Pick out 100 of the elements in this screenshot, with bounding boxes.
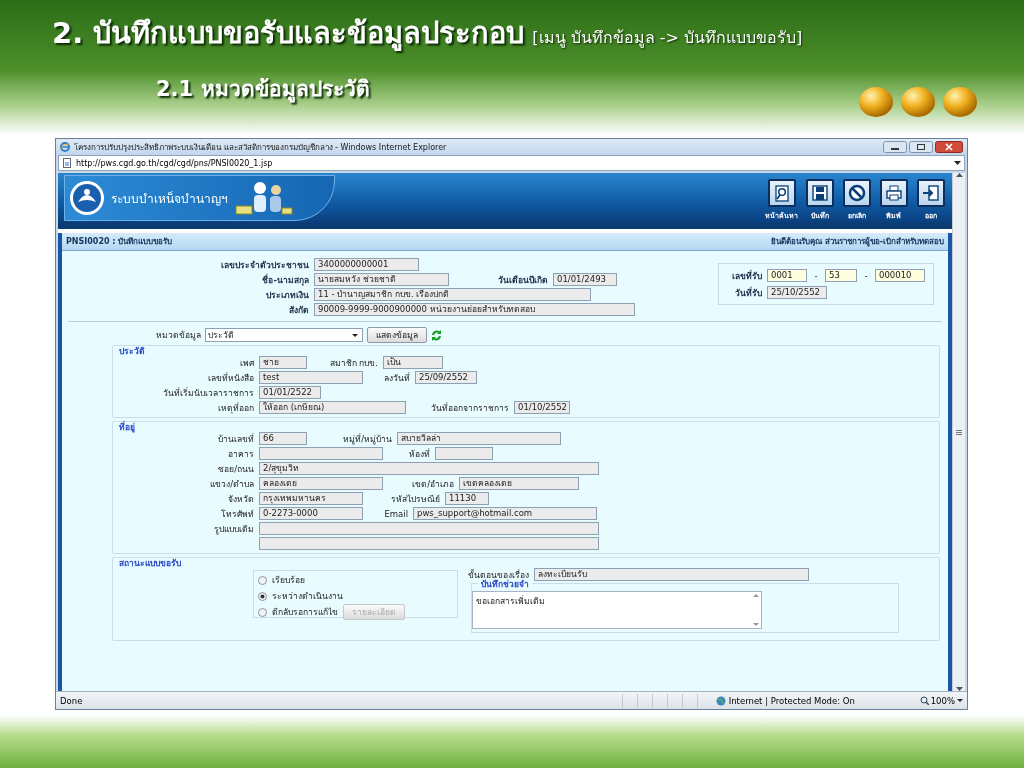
scroll-up-arrow-icon xyxy=(753,594,759,597)
text-field[interactable]: 01/01/2522 xyxy=(259,386,321,399)
category-dropdown[interactable]: ประวัติ xyxy=(205,328,363,342)
option-label: ตีกลับรอการแก้ไข xyxy=(272,606,338,619)
text-field[interactable] xyxy=(259,522,599,535)
prohibited-icon xyxy=(846,183,867,203)
close-button[interactable] xyxy=(935,141,963,153)
text-field[interactable] xyxy=(259,537,599,550)
field-label: เลขประจำตัวประชาชน xyxy=(220,258,310,272)
text-field[interactable]: ให้ออก (เกษียณ) xyxy=(259,401,406,414)
radio-button[interactable] xyxy=(258,575,267,585)
text-field[interactable]: pws_support@hotmail.com xyxy=(413,507,597,520)
zoom-control[interactable]: 100% xyxy=(919,695,963,706)
dropdown-caret-icon xyxy=(352,333,358,337)
separator-text: - xyxy=(813,270,819,281)
refresh-icon[interactable] xyxy=(431,329,442,341)
slide-title: 2. บันทึกแบบขอรับและข้อมูลประกอบ xyxy=(52,15,525,53)
scroll-down-arrow-icon[interactable] xyxy=(955,687,963,691)
text-field[interactable]: 3400000000001 xyxy=(314,258,419,271)
section-title: สถานะแบบขอรับ xyxy=(119,558,181,568)
text-field[interactable]: นายสมหวัง ช่วยชาติ xyxy=(314,273,449,286)
field-label: เลขที่รับ xyxy=(731,269,763,283)
field-label: สังกัด xyxy=(288,303,310,317)
field-label: วันที่ออกจากราชการ xyxy=(430,401,510,415)
app-name: ระบบบำเหน็จบำนาญฯ xyxy=(111,190,228,208)
field-label: วันที่รับ xyxy=(734,286,763,300)
text-field[interactable]: 11 - บำนาญสมาชิก กบข. เรื่องปกติ xyxy=(314,288,591,301)
dropdown-caret-icon xyxy=(957,699,963,702)
dropdown-caret-icon[interactable] xyxy=(954,161,961,165)
option-label: ระหว่างดำเนินงาน xyxy=(272,590,343,603)
receipt-date-field[interactable]: 25/10/2552 xyxy=(767,286,827,299)
text-field[interactable]: กรุงเทพมหานคร xyxy=(259,492,363,505)
text-field[interactable]: คลองเตย xyxy=(259,477,383,490)
field-label: เลขที่หนังสือ xyxy=(207,371,255,385)
field-label: จังหวัด xyxy=(227,492,255,506)
welcome-text: ยินดีต้อนรับคุณ ส่วนราชการผู้ขอ-เบิกสำหรับทดสอบ xyxy=(770,236,944,248)
receipt-number-field[interactable]: 53 xyxy=(825,269,857,282)
text-field[interactable]: 01/01/2493 xyxy=(553,273,617,286)
section-title: ที่อยู่ xyxy=(119,422,135,432)
minimize-button[interactable] xyxy=(883,141,907,153)
field-label: อาคาร xyxy=(227,447,255,461)
radio-button[interactable] xyxy=(258,591,267,601)
field-label: สมาชิก กบข. xyxy=(328,356,379,370)
globe-icon xyxy=(715,695,726,706)
separator-text: - xyxy=(863,270,869,281)
radio-button[interactable] xyxy=(258,607,267,617)
menu-path-note: [เมนู บันทึกข้อมูล -> บันทึกแบบขอรับ] xyxy=(532,27,803,50)
memo-field[interactable]: ขอเอกสารเพิ่มเติม xyxy=(472,591,762,629)
window-title: โครงการปรับปรุงประสิทธิภาพระบบเงินเดือน และสวัสดิการของกรมบัญชีกลาง - Windows Internet Explorer xyxy=(74,141,448,154)
text-field[interactable]: 01/10/2552 xyxy=(514,401,570,414)
field-label: ลงวันที่ xyxy=(383,371,411,385)
maximize-button[interactable] xyxy=(909,141,933,153)
status-text: Done xyxy=(60,695,84,706)
text-field[interactable]: เป็น xyxy=(383,356,443,369)
field-label: วันที่เริ่มนับเวลาราชการ xyxy=(162,386,255,400)
scroll-up-arrow-icon[interactable] xyxy=(955,173,963,177)
scroll-down-arrow-icon xyxy=(753,623,759,626)
text-field[interactable]: สบายวิลล่า xyxy=(397,432,561,445)
printer-icon xyxy=(883,183,904,203)
text-field[interactable]: 0-2273-0000 xyxy=(259,507,363,520)
field-label: โทรศัพท์ xyxy=(220,507,255,521)
receipt-number-field[interactable]: 000010 xyxy=(875,269,925,282)
field-label: แขวง/ตำบล xyxy=(209,477,255,491)
receipt-number-field[interactable]: 0001 xyxy=(767,269,807,282)
field-label: วันเดือนปีเกิด xyxy=(497,273,549,287)
text-field[interactable]: 66 xyxy=(259,432,307,445)
text-field[interactable] xyxy=(259,447,383,460)
field-label: เขต/อำเภอ xyxy=(411,477,455,491)
field-label: ขั้นตอนของเรื่อง xyxy=(468,568,529,580)
magnifier-icon xyxy=(919,696,929,705)
field-label: หมู่ที่/หมู่บ้าน xyxy=(342,432,393,446)
field-label: เพศ xyxy=(239,356,255,370)
scrollbar[interactable] xyxy=(952,173,965,691)
text-field[interactable]: test xyxy=(259,371,363,384)
text-field[interactable]: 2/สุขุมวิท xyxy=(259,462,599,475)
text-field[interactable] xyxy=(435,447,493,460)
security-zone-text: Internet | Protected Mode: On xyxy=(728,695,855,706)
field-label: เหตุที่ออก xyxy=(217,401,255,415)
text-field[interactable]: ชาย xyxy=(259,356,307,369)
text-field[interactable]: 11130 xyxy=(445,492,489,505)
field-label: ชื่อ-นามสกุล xyxy=(261,273,310,287)
page-code-title: PNSI0020 : บันทึกแบบขอรับ xyxy=(66,236,173,248)
text-field[interactable]: ลงทะเบียนรับ xyxy=(534,568,809,581)
field-label: รหัสไปรษณีย์ xyxy=(390,492,441,506)
exit-door-icon xyxy=(920,183,941,203)
text-field[interactable]: 90009-9999-9000900000 หน่วยงานย่อยสำหรับทดสอบ xyxy=(314,303,635,316)
scroll-grip-icon xyxy=(956,429,962,435)
address-bar[interactable]: http://pws.cgd.go.th/cgd/cgd/pns/PNSI0020_1.jsp xyxy=(58,155,965,171)
text-field[interactable]: 25/09/2552 xyxy=(415,371,477,384)
field-label: ห้องที่ xyxy=(408,447,431,461)
browser-e-icon xyxy=(60,142,70,152)
section-title: บันทึกช่วยจำ xyxy=(478,579,532,589)
page-icon xyxy=(62,158,72,168)
show-data-button[interactable]: แสดงข้อมูล xyxy=(367,327,427,343)
field-label: ซอย/ถนน xyxy=(217,462,255,476)
field-label: Email xyxy=(383,508,409,519)
field-label: ประเภทเงิน xyxy=(265,288,310,302)
field-label: รูปแบบเดิม xyxy=(213,522,255,536)
text-field[interactable]: เขตคลองเตย xyxy=(459,477,579,490)
field-label: หมวดข้อมูล xyxy=(156,329,201,342)
